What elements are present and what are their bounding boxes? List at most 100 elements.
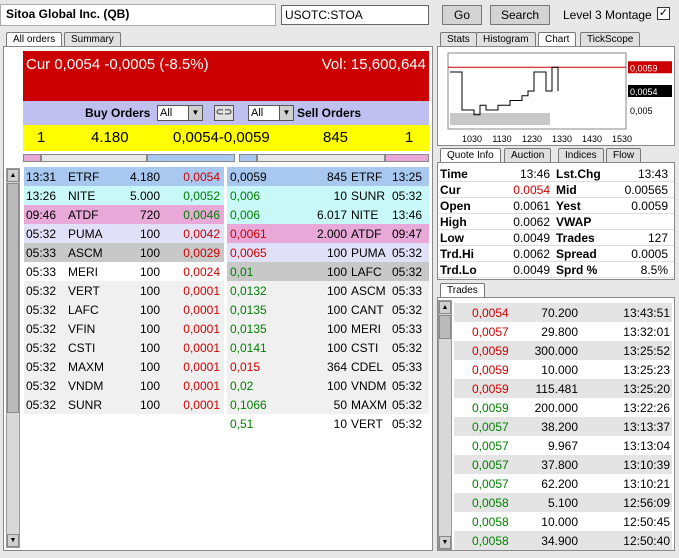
tab-tickscope[interactable]: TickScope bbox=[580, 32, 641, 46]
orders-scrollbar[interactable]: ▲ ▼ bbox=[6, 168, 20, 548]
trade-row[interactable]: 0,0057 29.800 13:32:01 bbox=[454, 322, 672, 341]
scrollbar-thumb[interactable] bbox=[439, 315, 451, 339]
go-button[interactable]: Go bbox=[442, 5, 482, 25]
market-maker: NITE bbox=[351, 208, 379, 222]
trade-time: 13:25:23 bbox=[623, 363, 670, 377]
sell-order-row[interactable]: 0,1066 50 MAXM 05:32 bbox=[227, 395, 429, 414]
order-time: 05:32 bbox=[392, 303, 423, 317]
trade-time: 13:10:39 bbox=[623, 458, 670, 472]
sell-order-row[interactable]: 0,01 100 LAFC 05:32 bbox=[227, 262, 429, 281]
trade-row[interactable]: 0,0059 200.000 13:22:26 bbox=[454, 398, 672, 417]
scroll-up-icon[interactable]: ▲ bbox=[7, 169, 19, 182]
quote-value: 0.0059 bbox=[631, 199, 668, 213]
sell-order-row[interactable]: 0,0135 100 CANT 05:32 bbox=[227, 300, 429, 319]
trade-row[interactable]: 0,0058 34.900 12:50:40 bbox=[454, 531, 672, 550]
quote-value: 0.0049 bbox=[513, 263, 550, 277]
trade-price: 0,0057 bbox=[472, 325, 509, 339]
quote-label: Low bbox=[440, 231, 464, 245]
buy-order-row[interactable]: 09:46 ATDF 720 0,0046 bbox=[24, 205, 224, 224]
quote-row: High 0.0062 VWAP bbox=[438, 213, 674, 230]
sell-order-row[interactable]: 0,0061 2.000 ATDF 09:47 bbox=[227, 224, 429, 243]
order-time: 05:33 bbox=[392, 284, 423, 298]
tab-stats[interactable]: Stats bbox=[440, 32, 477, 46]
trade-size: 5.100 bbox=[547, 496, 578, 510]
size-bar-segment bbox=[239, 154, 257, 162]
buy-order-row[interactable]: 05:33 ASCM 100 0,0029 bbox=[24, 243, 224, 262]
tab-summary[interactable]: Summary bbox=[64, 32, 121, 46]
trade-row[interactable]: 0,0057 9.967 13:13:04 bbox=[454, 436, 672, 455]
company-name: Sitoa Global Inc. (QB) bbox=[6, 7, 130, 21]
sell-order-row[interactable]: 0,006 10 SUNR 05:32 bbox=[227, 186, 429, 205]
buy-order-row[interactable]: 05:32 CSTI 100 0,0001 bbox=[24, 338, 224, 357]
trade-size: 34.900 bbox=[541, 534, 578, 548]
trades-scrollbar[interactable]: ▲ ▼ bbox=[438, 300, 452, 550]
tab-chart[interactable]: Chart bbox=[538, 32, 577, 46]
buy-order-row[interactable]: 05:32 VNDM 100 0,0001 bbox=[24, 376, 224, 395]
market-maker: VERT bbox=[351, 417, 383, 431]
tab-indices[interactable]: Indices bbox=[558, 148, 604, 162]
link-icon[interactable]: ⊂⊃ bbox=[214, 105, 234, 121]
trade-row[interactable]: 0,0058 10.000 12:50:45 bbox=[454, 512, 672, 531]
buy-order-row[interactable]: 05:32 MAXM 100 0,0001 bbox=[24, 357, 224, 376]
scroll-down-icon[interactable]: ▼ bbox=[439, 536, 451, 549]
tab-flow[interactable]: Flow bbox=[606, 148, 642, 162]
scroll-up-icon[interactable]: ▲ bbox=[439, 301, 451, 314]
order-time: 05:32 bbox=[392, 417, 423, 431]
buy-order-row[interactable]: 05:32 PUMA 100 0,0042 bbox=[24, 224, 224, 243]
scroll-down-icon[interactable]: ▼ bbox=[7, 534, 19, 547]
scrollbar-thumb[interactable] bbox=[7, 183, 19, 413]
trade-size: 29.800 bbox=[541, 325, 578, 339]
order-time: 05:32 bbox=[392, 189, 423, 203]
trade-time: 13:32:01 bbox=[623, 325, 670, 339]
market-maker: VNDM bbox=[68, 379, 104, 393]
trade-row[interactable]: 0,0059 300.000 13:25:52 bbox=[454, 341, 672, 360]
sell-order-row[interactable]: 0,0132 100 ASCM 05:33 bbox=[227, 281, 429, 300]
order-price: 0,0001 bbox=[183, 303, 220, 317]
trade-row[interactable]: 0,0057 62.200 13:10:21 bbox=[454, 474, 672, 493]
buy-order-row[interactable]: 13:31 ETRF 4.180 0,0054 bbox=[24, 167, 224, 186]
tab-trades[interactable]: Trades bbox=[440, 283, 485, 297]
trade-row[interactable]: 0,0059 10.000 13:25:23 bbox=[454, 360, 672, 379]
trade-time: 13:13:04 bbox=[623, 439, 670, 453]
trade-price: 0,0059 bbox=[472, 401, 509, 415]
buy-order-row[interactable]: 13:26 NITE 5.000 0,0052 bbox=[24, 186, 224, 205]
trade-time: 13:25:52 bbox=[623, 344, 670, 358]
buy-filter-select[interactable]: All ▼ bbox=[157, 105, 203, 121]
size-bar bbox=[23, 154, 429, 162]
trade-row[interactable]: 0,0059 115.481 13:25:20 bbox=[454, 379, 672, 398]
trade-row[interactable]: 0,0058 5.100 12:56:09 bbox=[454, 493, 672, 512]
tab-histogram[interactable]: Histogram bbox=[476, 32, 536, 46]
sell-filter-select[interactable]: All ▼ bbox=[248, 105, 294, 121]
order-size: 50 bbox=[333, 398, 347, 412]
sell-order-row[interactable]: 0,006 6.017 NITE 13:46 bbox=[227, 205, 429, 224]
order-price: 0,0061 bbox=[230, 227, 267, 241]
market-maker: ATDF bbox=[68, 208, 99, 222]
buy-order-row[interactable]: 05:33 MERI 100 0,0024 bbox=[24, 262, 224, 281]
sell-order-row[interactable]: 0,51 10 VERT 05:32 bbox=[227, 414, 429, 433]
order-time: 13:26 bbox=[26, 189, 57, 203]
buy-order-row[interactable]: 05:32 VERT 100 0,0001 bbox=[24, 281, 224, 300]
order-time: 05:33 bbox=[26, 265, 57, 279]
sell-order-row[interactable]: 0,0065 100 PUMA 05:32 bbox=[227, 243, 429, 262]
trade-row[interactable]: 0,0057 37.800 13:10:39 bbox=[454, 455, 672, 474]
tab-quote-info[interactable]: Quote Info bbox=[440, 148, 501, 162]
buy-order-row[interactable]: 05:32 VFIN 100 0,0001 bbox=[24, 319, 224, 338]
search-button[interactable]: Search bbox=[490, 5, 550, 25]
buy-order-row[interactable]: 05:32 SUNR 100 0,0001 bbox=[24, 395, 224, 414]
level3-checkbox[interactable]: ✓ bbox=[657, 7, 670, 20]
tab-all-orders[interactable]: All orders bbox=[6, 32, 63, 46]
sell-order-row[interactable]: 0,0059 845 ETRF 13:25 bbox=[227, 167, 429, 186]
sell-order-row[interactable]: 0,015 364 CDEL 05:33 bbox=[227, 357, 429, 376]
order-price: 0,0132 bbox=[230, 284, 267, 298]
sell-order-row[interactable]: 0,02 100 VNDM 05:32 bbox=[227, 376, 429, 395]
trade-row[interactable]: 0,0057 38.200 13:13:37 bbox=[454, 417, 672, 436]
trade-row[interactable]: 0,0054 70.200 13:43:51 bbox=[454, 303, 672, 322]
sell-order-row[interactable]: 0,0141 100 CSTI 05:32 bbox=[227, 338, 429, 357]
symbol-input[interactable] bbox=[281, 5, 429, 25]
buy-order-row[interactable]: 05:32 LAFC 100 0,0001 bbox=[24, 300, 224, 319]
order-time: 13:25 bbox=[392, 170, 423, 184]
tab-auction[interactable]: Auction bbox=[504, 148, 552, 162]
quote-label: Spread bbox=[556, 247, 597, 261]
price-chart: 1030 1130 1230 1330 1430 1530 0,0059 0,0054 0,00… bbox=[437, 46, 675, 146]
sell-order-row[interactable]: 0,0135 100 MERI 05:33 bbox=[227, 319, 429, 338]
